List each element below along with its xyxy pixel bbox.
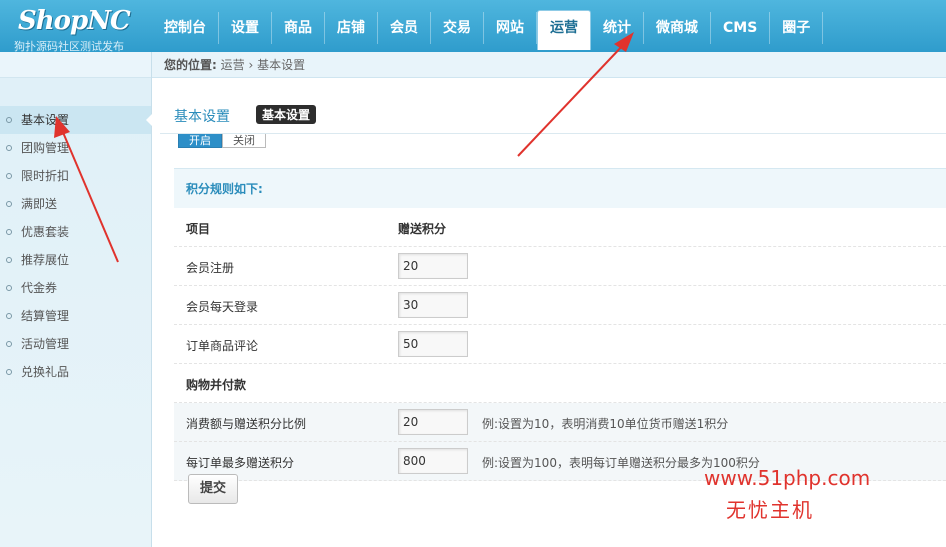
bullet-icon	[6, 285, 12, 291]
bullet-icon	[6, 257, 12, 263]
register-points-input[interactable]: 20	[398, 253, 468, 279]
row-label: 订单商品评论	[186, 339, 259, 353]
page-title: 基本设置	[174, 109, 230, 125]
daily-login-points-input[interactable]: 30	[398, 292, 468, 318]
nav-tab-circle[interactable]: 圈子	[770, 12, 824, 44]
table-row: 会员注册 20	[174, 247, 946, 286]
toggle-off-button[interactable]: 关闭	[222, 134, 266, 148]
nav-tab-operations[interactable]: 运营	[537, 10, 591, 50]
nav-tab-stores[interactable]: 店铺	[325, 12, 378, 44]
breadcrumb-path: 运营 › 基本设置	[220, 58, 306, 72]
nav-tab-trade[interactable]: 交易	[431, 12, 484, 44]
top-header: ShopNC 狗扑源码社区测试发布 控制台 设置 商品 店铺 会员 交易 网站 …	[0, 0, 946, 53]
sidebar-item-time-discount[interactable]: 限时折扣	[0, 162, 151, 190]
nav-tab-stats[interactable]: 统计	[591, 12, 644, 44]
sidebar-item-group-buy[interactable]: 团购管理	[0, 134, 151, 162]
breadcrumb-prefix: 您的位置:	[164, 58, 217, 72]
row-hint: 例:设置为10，表明消费10单位货币赠送1积分	[482, 417, 729, 431]
nav-tab-settings[interactable]: 设置	[219, 12, 272, 44]
bullet-icon	[6, 145, 12, 151]
breadcrumb: 您的位置: 运营 › 基本设置	[152, 52, 946, 78]
table-row: 订单商品评论 50	[174, 325, 946, 364]
max-order-points-input[interactable]: 800	[398, 448, 468, 474]
spend-ratio-input[interactable]: 20	[398, 409, 468, 435]
sidebar-item-bundle[interactable]: 优惠套装	[0, 218, 151, 246]
sidebar-item-voucher[interactable]: 代金券	[0, 274, 151, 302]
table-header-row: 项目 赠送积分	[174, 208, 946, 247]
sidebar-item-recommend[interactable]: 推荐展位	[0, 246, 151, 274]
sidebar-item-activity[interactable]: 活动管理	[0, 330, 151, 358]
nav-tab-goods[interactable]: 商品	[272, 12, 325, 44]
bullet-icon	[6, 201, 12, 207]
table-row: 消费额与赠送积分比例 20 例:设置为10，表明消费10单位货币赠送1积分	[174, 403, 946, 442]
nav-tab-website[interactable]: 网站	[484, 12, 537, 44]
row-label: 每订单最多赠送积分	[186, 456, 295, 470]
page-title-row: 基本设置 基本设置	[160, 90, 946, 134]
sidebar-item-full-gift[interactable]: 满即送	[0, 190, 151, 218]
logo-text: ShopNC	[18, 6, 131, 36]
sidebar-item-gift-exchange[interactable]: 兑换礼品	[0, 358, 151, 386]
watermark-name: 无忧主机	[726, 498, 814, 522]
rules-heading: 积分规则如下:	[174, 168, 946, 208]
review-points-input[interactable]: 50	[398, 331, 468, 357]
row-label: 消费额与赠送积分比例	[186, 417, 307, 431]
sidebar-menu: 基本设置 团购管理 限时折扣 满即送 优惠套装 推荐展位 代金券 结算管理 活动…	[0, 106, 152, 386]
bullet-icon	[6, 173, 12, 179]
toggle-on-button[interactable]: 开启	[178, 134, 222, 148]
left-sidebar: 基本设置 团购管理 限时折扣 满即送 优惠套装 推荐展位 代金券 结算管理 活动…	[0, 52, 152, 547]
bullet-icon	[6, 229, 12, 235]
column-header-item: 项目	[186, 222, 211, 236]
sidebar-top-strip	[0, 52, 151, 78]
table-row: 会员每天登录 30	[174, 286, 946, 325]
sidebar-item-settlement[interactable]: 结算管理	[0, 302, 151, 330]
submit-button[interactable]: 提交	[188, 474, 238, 504]
column-header-points: 赠送积分	[398, 222, 447, 236]
nav-tab-members[interactable]: 会员	[378, 12, 431, 44]
bullet-icon	[6, 369, 12, 375]
row-label: 会员每天登录	[186, 300, 259, 314]
bullet-icon	[6, 313, 12, 319]
section-title: 购物并付款	[186, 378, 247, 392]
nav-tab-console[interactable]: 控制台	[152, 12, 219, 44]
page-title-tag: 基本设置	[256, 105, 317, 124]
nav-tab-micro-mall[interactable]: 微商城	[644, 12, 711, 44]
watermark-url: www.51php.com	[704, 466, 871, 490]
shopnc-logo[interactable]: ShopNC 狗扑源码社区测试发布	[10, 4, 150, 53]
bullet-icon	[6, 341, 12, 347]
top-nav: 控制台 设置 商品 店铺 会员 交易 网站 运营 统计 微商城 CMS 圈子	[152, 10, 824, 52]
section-header-row: 购物并付款	[174, 364, 946, 403]
points-toggle: 开启 关闭	[178, 134, 266, 148]
bullet-icon	[6, 117, 12, 123]
row-label: 会员注册	[186, 261, 235, 275]
sidebar-item-basic-settings[interactable]: 基本设置	[0, 106, 152, 134]
nav-tab-cms[interactable]: CMS	[711, 12, 771, 44]
